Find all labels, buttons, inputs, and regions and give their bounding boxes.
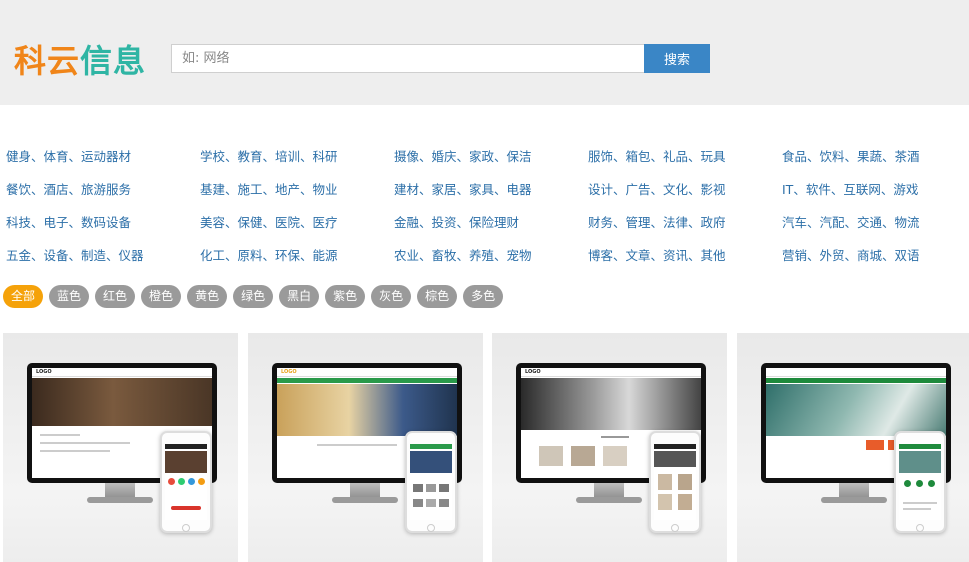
screen-logo: LOGO [525,369,541,375]
category-link[interactable]: 餐饮、酒店、旅游服务 [6,179,131,198]
category-link[interactable]: 食品、饮料、果蔬、茶酒 [782,146,920,165]
category-link[interactable]: 摄像、婚庆、家政、保洁 [394,146,532,165]
category-link[interactable]: 农业、畜牧、养殖、宠物 [394,245,532,264]
screen-logo: LOGO [281,369,297,375]
color-filter-green[interactable]: 绿色 [233,285,274,308]
category-link[interactable]: 学校、教育、培训、科研 [200,146,338,165]
color-filter-yellow[interactable]: 黄色 [187,285,228,308]
category-link[interactable]: 金融、投资、保险理财 [394,212,519,231]
category-link[interactable]: 化工、原料、环保、能源 [200,245,338,264]
search-input[interactable] [171,44,645,73]
category-link[interactable]: 财务、管理、法律、政府 [588,212,726,231]
mobile-preview [894,431,946,533]
mobile-preview [160,431,212,533]
category-link[interactable]: 科技、电子、数码设备 [6,212,131,231]
search-button[interactable]: 搜索 [644,44,710,73]
color-filter-red[interactable]: 红色 [95,285,136,308]
category-link[interactable]: 营销、外贸、商城、双语 [782,245,920,264]
category-link[interactable]: 基建、施工、地产、物业 [200,179,338,198]
color-filter: 全部 蓝色 红色 橙色 黄色 绿色 黑白 紫色 灰色 棕色 多色 [3,285,509,309]
color-filter-multi[interactable]: 多色 [463,285,504,308]
color-filter-blue[interactable]: 蓝色 [49,285,90,308]
template-card[interactable]: LOGO [492,333,727,562]
color-filter-all[interactable]: 全部 [3,285,44,308]
category-link[interactable]: IT、软件、互联网、游戏 [782,179,918,198]
category-grid: 健身、体育、运动器材 学校、教育、培训、科研 摄像、婚庆、家政、保洁 服饰、箱包… [0,138,969,270]
category-link[interactable]: 建材、家居、家具、电器 [394,179,532,198]
template-card[interactable] [737,333,969,562]
color-filter-brown[interactable]: 棕色 [417,285,458,308]
category-link[interactable]: 汽车、汽配、交通、物流 [782,212,920,231]
site-logo[interactable]: 科云信息 [14,36,146,82]
category-link[interactable]: 服饰、箱包、礼品、玩具 [588,146,726,165]
site-header: 科云信息 搜索 [0,0,969,105]
template-card[interactable]: LOGO [248,333,483,562]
color-filter-orange[interactable]: 橙色 [141,285,182,308]
logo-part-orange: 科云 [14,42,81,80]
color-filter-black-white[interactable]: 黑白 [279,285,320,308]
category-link[interactable]: 健身、体育、运动器材 [6,146,131,165]
mobile-preview [405,431,457,533]
category-row: 餐饮、酒店、旅游服务 基建、施工、地产、物业 建材、家居、家具、电器 设计、广告… [0,171,969,204]
screen-logo: LOGO [36,369,52,375]
mobile-preview [649,431,701,533]
category-link[interactable]: 美容、保健、医院、医疗 [200,212,338,231]
category-link[interactable]: 五金、设备、制造、仪器 [6,245,144,264]
color-filter-purple[interactable]: 紫色 [325,285,366,308]
logo-part-teal: 信息 [80,42,147,80]
category-link[interactable]: 博客、文章、资讯、其他 [588,245,726,264]
category-row: 健身、体育、运动器材 学校、教育、培训、科研 摄像、婚庆、家政、保洁 服饰、箱包… [0,138,969,171]
template-card[interactable]: LOGO [3,333,238,562]
category-link[interactable]: 设计、广告、文化、影视 [588,179,726,198]
color-filter-gray[interactable]: 灰色 [371,285,412,308]
category-row: 五金、设备、制造、仪器 化工、原料、环保、能源 农业、畜牧、养殖、宠物 博客、文… [0,237,969,270]
category-row: 科技、电子、数码设备 美容、保健、医院、医疗 金融、投资、保险理财 财务、管理、… [0,204,969,237]
template-gallery: LOGO LOGO LOGO [0,333,969,562]
